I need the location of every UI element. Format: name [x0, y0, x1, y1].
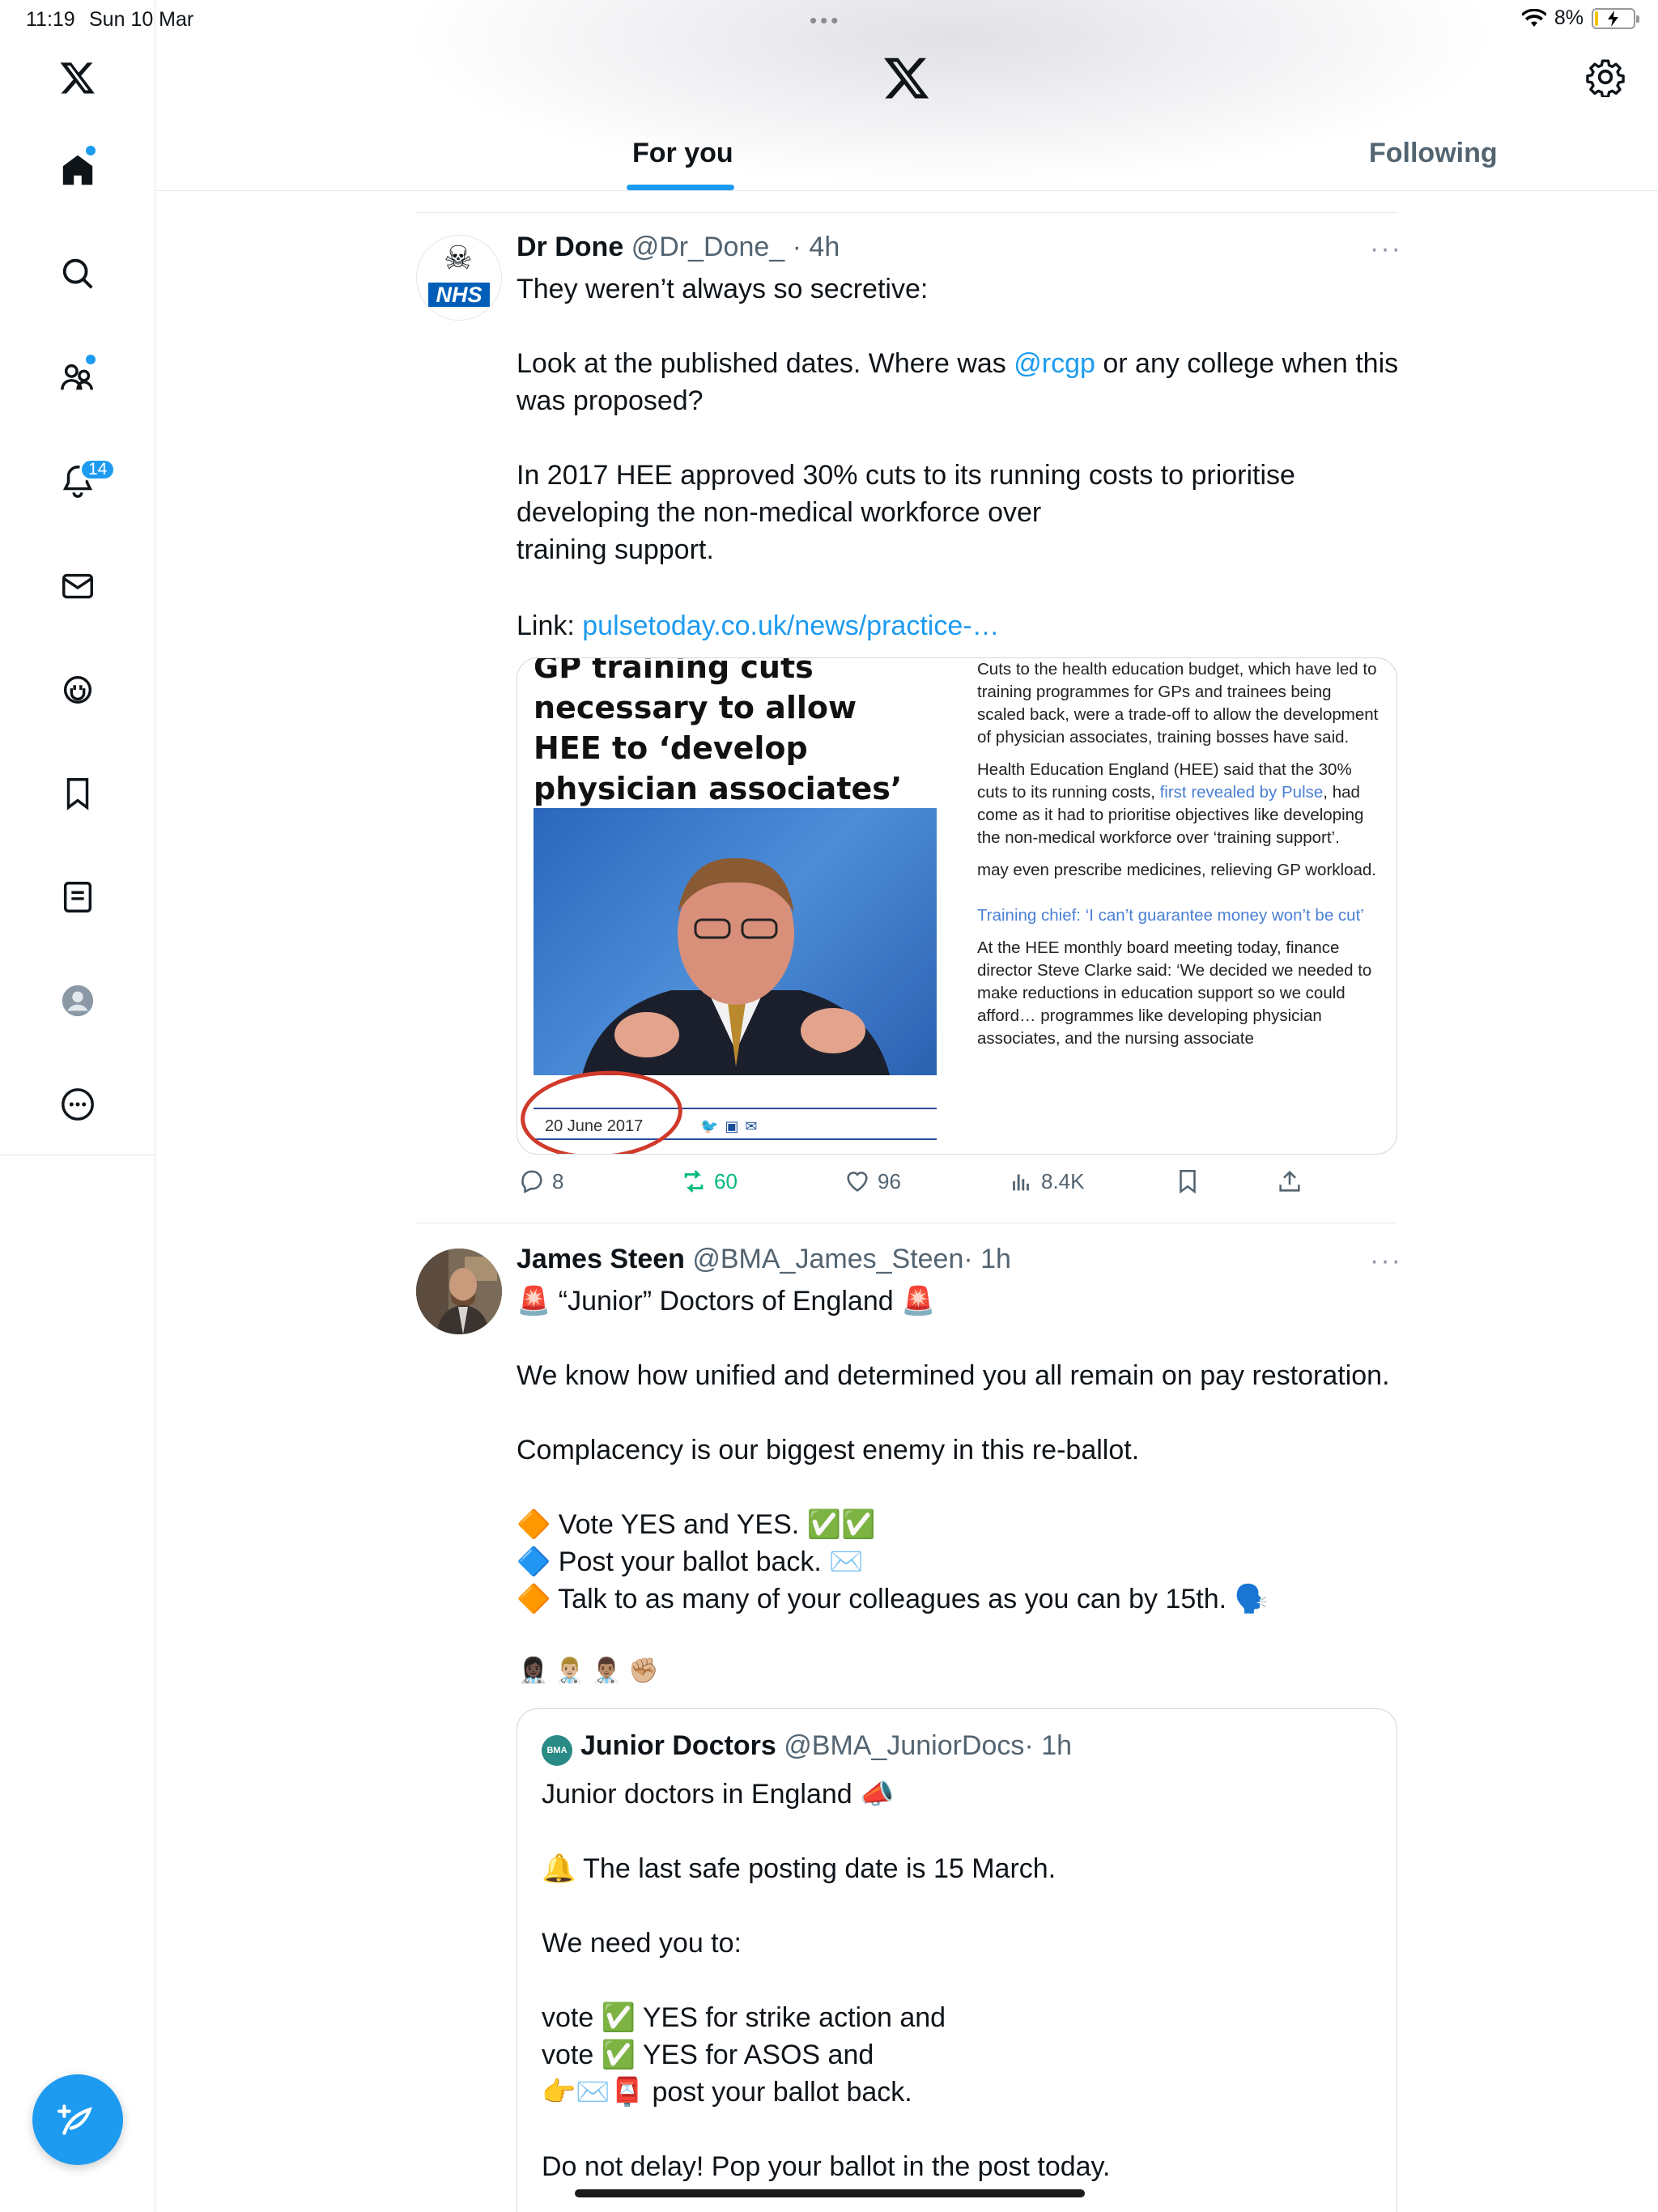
text-span: Look at the published dates. Where was	[517, 348, 1014, 379]
tweet-media-image[interactable]: GP training cuts necessary to allow HEE …	[517, 657, 1397, 1155]
media-headline: GP training cuts necessary to allow HEE …	[534, 657, 903, 806]
reply-count: 8	[552, 1168, 564, 1193]
feed-divider	[416, 212, 1397, 213]
active-tab-indicator	[627, 185, 734, 190]
reply-button[interactable]: 8	[518, 1168, 563, 1195]
search-icon[interactable]	[53, 249, 102, 298]
x-logo-icon[interactable]	[53, 53, 102, 102]
article-related-link: Training chief: ‘I can’t guarantee money…	[977, 906, 1364, 925]
article-paragraph: may even prescribe medicines, relieving …	[977, 861, 1376, 879]
share-button[interactable]	[1276, 1168, 1303, 1195]
more-options-icon[interactable]	[53, 1080, 102, 1129]
link-prefix: Link:	[517, 610, 583, 641]
bookmark-icon	[1180, 1169, 1196, 1194]
repost-icon	[684, 1170, 704, 1193]
like-button[interactable]: 96	[844, 1168, 901, 1195]
red-annotation-circle	[517, 1066, 686, 1154]
views-chart-icon	[1013, 1174, 1029, 1191]
avatar[interactable]: ☠ NHS	[416, 235, 502, 321]
communities-new-dot	[86, 355, 96, 364]
mention-link[interactable]: @rcgp	[1014, 348, 1095, 379]
emoji-row: 👩🏿‍⚕️👨🏼‍⚕️👨🏽‍⚕️✊🏼	[518, 1657, 665, 1684]
grok-icon[interactable]	[53, 666, 102, 714]
quoted-avatar: BMA	[542, 1735, 572, 1766]
profile-avatar-icon[interactable]	[53, 976, 102, 1025]
tweet-actions: 8 60 96 8.4K	[518, 1168, 1312, 1200]
tweet-time[interactable]: · 1h	[963, 1244, 1011, 1274]
views-button[interactable]: 8.4K	[1007, 1168, 1085, 1195]
skull-crossbones-icon: ☠	[444, 240, 473, 276]
home-indicator[interactable]	[575, 2189, 1085, 2197]
nhs-logo: NHS	[428, 283, 490, 307]
tweet-header: Dr Done @Dr_Done_ · 4h	[517, 232, 840, 263]
article-inline-link: first revealed by Pulse	[1159, 783, 1324, 802]
battery-icon	[1592, 7, 1639, 29]
timeline-tabs: For you Following	[156, 130, 1658, 191]
x-logo-header-icon[interactable]	[882, 53, 931, 102]
tweet-text: 🚨 “Junior” Doctors of England 🚨 We know …	[517, 1286, 1390, 1614]
tweet-time[interactable]: · 4h	[793, 232, 840, 262]
like-count: 96	[878, 1168, 901, 1193]
author-handle[interactable]: @BMA_James_Steen	[692, 1244, 963, 1274]
author-handle[interactable]: @Dr_Done_	[631, 232, 785, 262]
article-paragraph: Health Education England (HEE) said that…	[977, 759, 1382, 849]
tweet-text-paragraph: Look at the published dates. Where was @…	[517, 345, 1407, 419]
home-new-dot	[86, 146, 96, 155]
compose-feather-icon	[57, 2104, 92, 2135]
battery-fill	[1595, 11, 1598, 26]
quoted-author-handle: @BMA_JuniorDocs	[784, 1730, 1025, 1761]
messages-envelope-icon[interactable]	[53, 562, 102, 610]
multitasking-dots[interactable]: •••	[810, 8, 841, 33]
reply-icon	[521, 1170, 542, 1193]
tweet-text: They weren’t always so secretive:	[517, 274, 929, 304]
sidebar: 14	[0, 0, 155, 2212]
avatar[interactable]	[416, 1249, 502, 1334]
settings-gear-icon[interactable]	[1585, 57, 1626, 97]
author-name[interactable]: James Steen	[517, 1244, 685, 1274]
lists-icon[interactable]	[53, 873, 102, 921]
article-paragraph: Cuts to the health education budget, whi…	[977, 660, 1379, 747]
tab-for-you[interactable]: For you	[632, 138, 733, 169]
quoted-time: · 1h	[1024, 1730, 1073, 1761]
article-paragraph: At the HEE monthly board meeting today, …	[977, 938, 1372, 1048]
tab-following[interactable]: Following	[1369, 138, 1498, 169]
article-link[interactable]: pulsetoday.co.uk/news/practice-…	[582, 610, 999, 641]
status-right: 8%	[1521, 6, 1639, 30]
repost-button[interactable]: 60	[680, 1168, 738, 1195]
tweet-header: James Steen @BMA_James_Steen· 1h	[517, 1244, 1011, 1275]
author-name[interactable]: Dr Done	[517, 232, 623, 262]
tweet-more-icon[interactable]: ···	[1370, 233, 1402, 265]
notifications-badge: 14	[79, 458, 117, 481]
quoted-author-name: Junior Doctors	[580, 1730, 776, 1761]
view-count: 8.4K	[1041, 1168, 1085, 1193]
tweet-more-icon[interactable]: ···	[1370, 1245, 1402, 1277]
battery-percent: 8%	[1554, 6, 1584, 29]
repost-count: 60	[714, 1168, 738, 1193]
tweet-link-line: Link: pulsetoday.co.uk/news/practice-…	[517, 607, 1407, 644]
wifi-icon	[1521, 8, 1546, 27]
status-bar: 11:19 Sun 10 Mar ••• 8%	[0, 0, 1658, 39]
bookmark-button[interactable]	[1174, 1168, 1201, 1195]
media-photo	[534, 808, 937, 1075]
media-article-text: Cuts to the health education budget, whi…	[977, 658, 1382, 1060]
share-icon	[1279, 1170, 1300, 1192]
quoted-text: Junior doctors in England 📣 🔔 The last s…	[542, 1779, 1111, 2182]
tweet-text-paragraph: In 2017 HEE approved 30% cuts to its run…	[517, 460, 1295, 565]
quoted-header: Junior Doctors @BMA_JuniorDocs· 1h	[580, 1730, 1072, 1762]
heart-icon	[847, 1172, 868, 1192]
compose-button[interactable]	[32, 2074, 123, 2165]
bookmarks-icon[interactable]	[53, 769, 102, 818]
quoted-tweet[interactable]: BMA Junior Doctors @BMA_JuniorDocs· 1h J…	[517, 1708, 1397, 2212]
media-share-icons: 🐦▣✉	[700, 1118, 764, 1134]
